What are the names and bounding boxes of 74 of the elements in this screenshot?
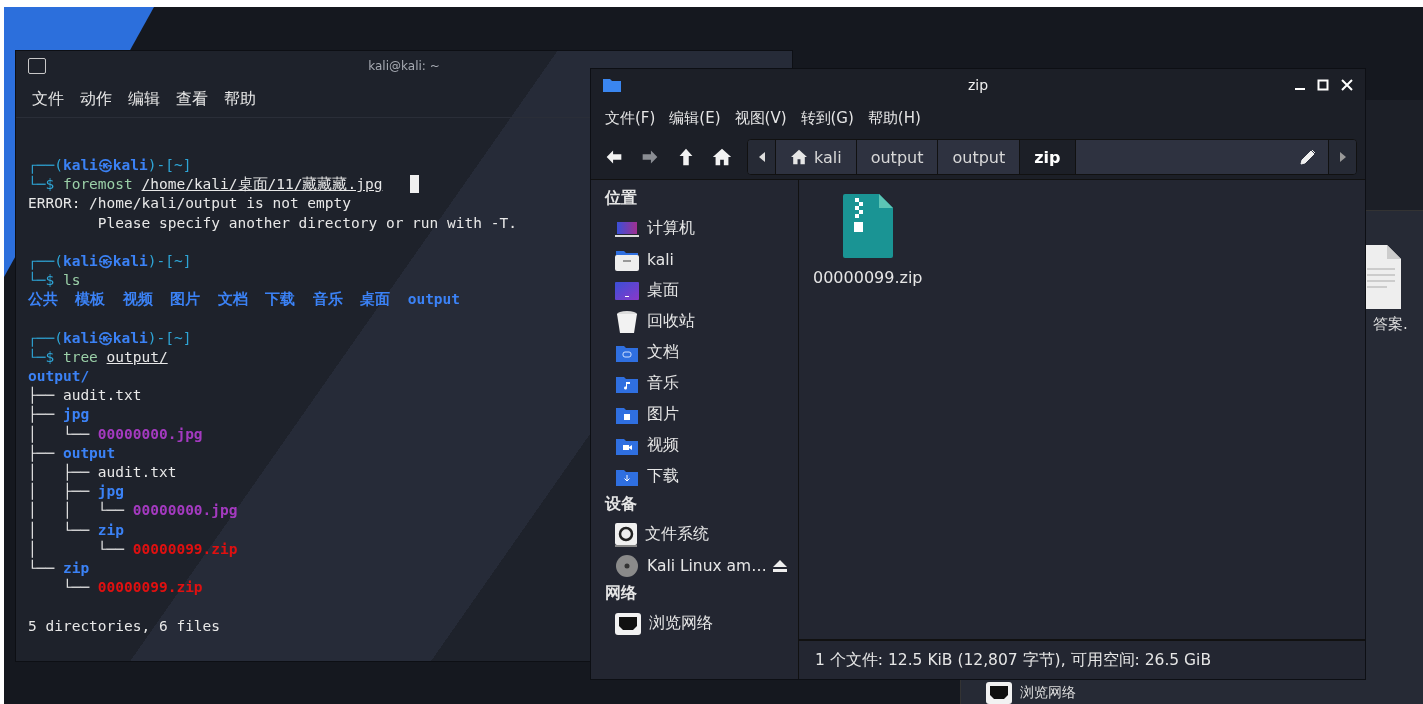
terminal-line: output/ [28, 368, 90, 385]
sidebar-item[interactable]: 计算机 [605, 213, 785, 244]
terminal-icon [28, 58, 46, 74]
menu-item[interactable]: 编辑(E) [663, 106, 727, 130]
status-text: 1 个文件: 12.5 KiB (12,807 字节), 可用空间: 26.5 GiB [815, 649, 1212, 671]
terminal-line: │ ├── jpg [28, 483, 125, 500]
home-folder-icon [615, 248, 639, 271]
sidebar-item[interactable]: 桌面 [605, 275, 785, 306]
menu-item[interactable]: 文件 [26, 86, 70, 112]
file-item[interactable]: 00000099.zip [813, 194, 923, 287]
terminal-line: │ └── zip [28, 521, 125, 538]
terminal-line: │ └── 00000099.zip [28, 540, 238, 557]
sidebar-item[interactable]: Kali Linux am… [605, 550, 773, 581]
folder-icon [603, 78, 621, 92]
sidebar-item[interactable]: 图片 [605, 399, 785, 430]
eject-button[interactable] [773, 559, 787, 572]
terminal-line: └── zip [28, 559, 90, 576]
trash-icon [615, 309, 639, 334]
sidebar-item[interactable]: kali [605, 244, 785, 275]
terminal-line: └─$ foremost /home/kali/桌面/11/藏藏藏.jpg [28, 176, 383, 193]
sidebar-item[interactable]: 视频 [605, 430, 785, 461]
terminal-line: │ ├── audit.txt [28, 464, 177, 480]
menu-item[interactable]: 帮助(H) [861, 106, 927, 130]
terminal-line: ├── audit.txt [28, 387, 142, 404]
scroll-right-button[interactable] [1328, 140, 1356, 174]
archive-file-icon [842, 194, 893, 258]
close-button[interactable] [1341, 79, 1353, 91]
sidebar-item[interactable]: 文档 [605, 337, 785, 368]
terminal-line: ERROR: /home/kali/output is not empty [28, 195, 351, 212]
terminal-line: ┌──(kali㉿kali)-[~] [28, 157, 192, 173]
section-heading: 位置 [605, 188, 638, 209]
sidebar-item[interactable]: 浏览网络 [605, 608, 785, 639]
terminal-line: 公共 模板 视频 图片 文档 下载 音乐 桌面 output [28, 291, 461, 308]
menu-item[interactable]: 视图(V) [728, 106, 793, 130]
sidebar-item[interactable]: 浏览网络 [986, 682, 1076, 704]
menu-item[interactable]: 查看 [170, 86, 214, 112]
terminal-line: ├── jpg [28, 406, 90, 423]
terminal-line: └─$ ls [28, 272, 81, 289]
minimize-icon [1295, 88, 1305, 90]
sidebar-item[interactable]: 回收站 [605, 306, 785, 337]
disc-icon [615, 553, 639, 578]
menu-item[interactable]: 文件(F) [599, 106, 662, 130]
section-heading: 网络 [605, 583, 638, 604]
network-icon [615, 612, 641, 635]
terminal-line: │ │ └── 00000000.jpg [28, 502, 238, 519]
sidebar-item[interactable]: 下载 [605, 461, 785, 492]
breadcrumb-button[interactable]: zip [1020, 140, 1076, 174]
section-heading: 设备 [605, 494, 638, 515]
terminal-line: 5 directories, 6 files [28, 617, 221, 634]
window-title: zip [967, 77, 989, 93]
sidebar-item[interactable]: 音乐 [605, 368, 785, 399]
pencil-icon[interactable] [1300, 149, 1316, 165]
terminal-line: ┌──(kali㉿kali)-[~] [28, 252, 192, 269]
terminal-line: Please specify another directory or run with -T. [96, 214, 517, 231]
terminal-line: ├── output [28, 444, 116, 461]
maximize-button[interactable] [1317, 79, 1329, 91]
home-icon [790, 149, 808, 165]
menu-item[interactable]: 帮助 [218, 86, 262, 112]
scroll-left-button[interactable] [748, 140, 776, 174]
terminal-line: └─$ tree output/ [28, 348, 168, 365]
terminal-line: ┌──(kali㉿kali)-[~] [28, 329, 192, 346]
caret-left-icon [757, 151, 766, 163]
drive-icon [615, 522, 637, 547]
menu-item[interactable]: 编辑 [122, 86, 166, 112]
terminal-line: └── 00000099.zip [61, 579, 203, 596]
terminal-line: │ └── 00000000.jpg [28, 425, 203, 442]
sidebar-item[interactable]: 文件系统 [605, 519, 785, 550]
window-title: kali@kali: ~ [368, 59, 440, 73]
network-icon [986, 682, 1012, 704]
desktop-icon [615, 280, 639, 301]
caret-right-icon [1338, 151, 1347, 163]
menu-item[interactable]: 转到(G) [794, 106, 860, 130]
file-name: 答案. [1373, 315, 1408, 334]
menu-item[interactable]: 动作 [74, 86, 118, 112]
